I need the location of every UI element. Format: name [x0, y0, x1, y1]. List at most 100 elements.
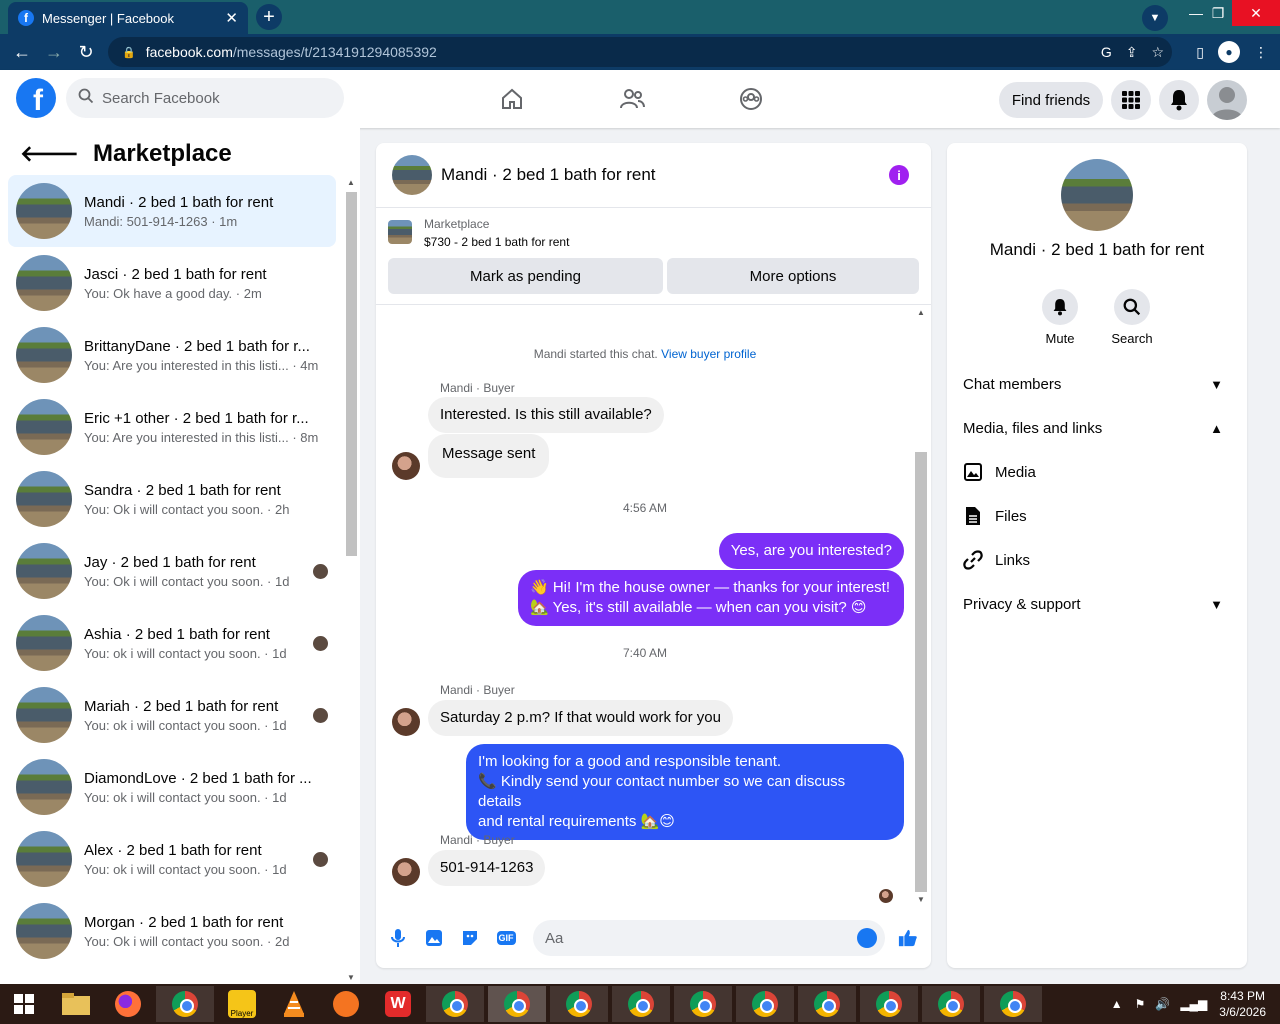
- gif-icon[interactable]: GIF: [496, 928, 516, 948]
- media-files-links-row[interactable]: Media, files and links ▲: [963, 410, 1231, 446]
- scroll-thumb[interactable]: [346, 192, 357, 556]
- groups-icon[interactable]: [736, 84, 766, 114]
- sender-avatar[interactable]: [392, 452, 420, 480]
- vlc-icon[interactable]: [270, 986, 318, 1022]
- menu-grid-icon[interactable]: [1111, 80, 1151, 120]
- chrome-taskbar-icon[interactable]: [736, 986, 794, 1022]
- more-options-button[interactable]: More options: [667, 258, 919, 294]
- incoming-message[interactable]: Message sent: [428, 434, 550, 478]
- sender-avatar[interactable]: [392, 858, 420, 886]
- conversation-item[interactable]: DiamondLove · 2 bed 1 bath for ... You: o…: [8, 751, 336, 823]
- mark-as-pending-button[interactable]: Mark as pending: [388, 258, 663, 294]
- chrome-taskbar-icon[interactable]: [156, 986, 214, 1022]
- side-panel-icon[interactable]: ▯: [1196, 44, 1204, 61]
- sender-avatar[interactable]: [392, 708, 420, 736]
- volume-icon[interactable]: 🔊: [1155, 997, 1170, 1011]
- profile-icon[interactable]: ●: [1218, 41, 1240, 63]
- chrome-taskbar-icon[interactable]: [922, 986, 980, 1022]
- incoming-message[interactable]: Interested. Is this still available?: [428, 397, 664, 433]
- address-bar[interactable]: 🔒 facebook.com /messages/t/2134191294085…: [108, 37, 1172, 67]
- reload-icon[interactable]: ↻: [70, 36, 102, 68]
- like-thumbs-up-icon[interactable]: [898, 928, 918, 948]
- chrome-taskbar-icon[interactable]: [984, 986, 1042, 1022]
- scroll-down-arrow-icon[interactable]: ▼: [917, 895, 925, 904]
- outgoing-message[interactable]: Yes, are you interested?: [718, 533, 904, 569]
- google-icon[interactable]: G: [1101, 44, 1112, 61]
- chat-scrollbar[interactable]: ▲ ▼: [913, 306, 929, 906]
- privacy-support-row[interactable]: Privacy & support ▼: [963, 586, 1231, 622]
- find-friends-button[interactable]: Find friends: [999, 82, 1103, 118]
- tab-search-chevron-icon[interactable]: ▼: [1142, 5, 1168, 31]
- chrome-taskbar-icon[interactable]: [426, 986, 484, 1022]
- tray-overflow-chevron-icon[interactable]: ▲: [1111, 997, 1123, 1011]
- conversation-item[interactable]: Sandra · 2 bed 1 bath for rent You: Ok i …: [8, 463, 336, 535]
- file-explorer-icon[interactable]: [52, 986, 100, 1022]
- close-window-button[interactable]: ✕: [1232, 0, 1280, 26]
- scroll-up-arrow-icon[interactable]: ▲: [917, 308, 925, 317]
- scroll-up-arrow-icon[interactable]: ▲: [347, 178, 355, 187]
- emoji-icon[interactable]: [857, 928, 877, 948]
- chrome-taskbar-icon[interactable]: [488, 986, 546, 1022]
- conversation-item[interactable]: Ashia · 2 bed 1 bath for rent You: ok i w…: [8, 607, 336, 679]
- chrome-taskbar-icon[interactable]: [674, 986, 732, 1022]
- media-player-icon[interactable]: Player: [218, 986, 266, 1022]
- bookmark-star-icon[interactable]: ☆: [1151, 44, 1164, 61]
- back-arrow-icon[interactable]: ←: [6, 36, 38, 68]
- outgoing-message[interactable]: I'm looking for a good and responsible t…: [466, 744, 904, 840]
- conversation-item[interactable]: Morgan · 2 bed 1 bath for rent You: Ok i …: [8, 895, 336, 967]
- search-in-chat-button[interactable]: Search: [1102, 289, 1162, 346]
- chrome-taskbar-icon[interactable]: [798, 986, 856, 1022]
- chat-members-row[interactable]: Chat members ▼: [963, 366, 1231, 402]
- microphone-icon[interactable]: [388, 928, 408, 948]
- listing-thumbnail[interactable]: [392, 155, 432, 195]
- friends-icon[interactable]: [617, 84, 647, 114]
- conversation-item[interactable]: Jasci · 2 bed 1 bath for rent You: Ok hav…: [8, 247, 336, 319]
- scroll-thumb[interactable]: [915, 452, 927, 892]
- conversation-item[interactable]: Mariah · 2 bed 1 bath for rent You: ok i …: [8, 679, 336, 751]
- tab-close-icon[interactable]: ✕: [225, 9, 238, 27]
- message-input[interactable]: Aa: [533, 920, 885, 956]
- forward-arrow-icon[interactable]: →: [38, 36, 70, 68]
- listing-avatar[interactable]: [1061, 159, 1133, 231]
- chrome-taskbar-icon[interactable]: [860, 986, 918, 1022]
- firefox-icon[interactable]: [104, 986, 152, 1022]
- share-icon[interactable]: ⇪: [1126, 44, 1138, 61]
- chrome-taskbar-icon[interactable]: [612, 986, 670, 1022]
- menu-kebab-icon[interactable]: ⋮: [1254, 44, 1268, 61]
- search-facebook-input[interactable]: Search Facebook: [66, 78, 344, 118]
- uc-browser-icon[interactable]: [322, 986, 370, 1022]
- facebook-logo-icon[interactable]: f: [16, 78, 56, 118]
- scroll-down-arrow-icon[interactable]: ▼: [347, 973, 355, 982]
- network-signal-icon[interactable]: ▂▄▆: [1180, 997, 1207, 1011]
- sidebar-scrollbar[interactable]: ▲ ▼: [344, 176, 358, 984]
- files-row[interactable]: Files: [963, 498, 1231, 534]
- conversation-item[interactable]: Eric +1 other · 2 bed 1 bath for r... You…: [8, 391, 336, 463]
- incoming-message[interactable]: Saturday 2 p.m? If that would work for y…: [428, 700, 733, 736]
- mute-button[interactable]: Mute: [1030, 289, 1090, 346]
- conversation-item[interactable]: BrittanyDane · 2 bed 1 bath for r... You:…: [8, 319, 336, 391]
- outgoing-message[interactable]: 👋 Hi! I'm the house owner — thanks for y…: [518, 570, 904, 626]
- media-row[interactable]: Media: [963, 454, 1231, 490]
- notifications-bell-icon[interactable]: [1159, 80, 1199, 120]
- links-row[interactable]: Links: [963, 542, 1231, 578]
- sticker-icon[interactable]: [460, 928, 480, 948]
- chat-title[interactable]: Mandi · 2 bed 1 bath for rent: [441, 165, 656, 185]
- conversation-item[interactable]: Alex · 2 bed 1 bath for rent You: ok i wi…: [8, 823, 336, 895]
- new-tab-button[interactable]: +: [256, 4, 282, 30]
- photo-icon[interactable]: [424, 928, 444, 948]
- home-icon[interactable]: [497, 84, 527, 114]
- chrome-taskbar-icon[interactable]: [550, 986, 608, 1022]
- listing-small-thumbnail[interactable]: [388, 220, 412, 244]
- info-icon[interactable]: i: [889, 165, 909, 185]
- conversation-item[interactable]: Jay · 2 bed 1 bath for rent You: Ok i wil…: [8, 535, 336, 607]
- view-buyer-profile-link[interactable]: View buyer profile: [661, 347, 756, 361]
- account-avatar[interactable]: [1207, 80, 1247, 120]
- windows-start-icon[interactable]: [0, 986, 48, 1022]
- back-arrow-icon[interactable]: 🡐: [20, 141, 79, 167]
- incoming-message[interactable]: 501-914-1263: [428, 850, 546, 886]
- listing-title[interactable]: $730 - 2 bed 1 bath for rent: [424, 235, 569, 249]
- taskbar-clock[interactable]: 8:43 PM 3/6/2026: [1219, 988, 1266, 1020]
- wps-office-icon[interactable]: W: [374, 986, 422, 1022]
- browser-tab[interactable]: f Messenger | Facebook ✕: [8, 2, 248, 34]
- conversation-item[interactable]: Mandi · 2 bed 1 bath for rent Mandi: 501-…: [8, 175, 336, 247]
